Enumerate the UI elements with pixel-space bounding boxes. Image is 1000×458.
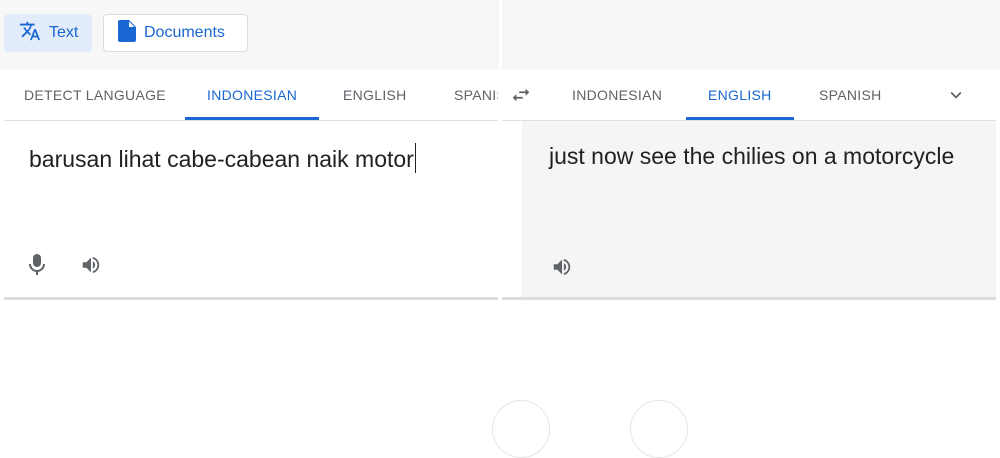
screenshot-divider [499, 0, 502, 416]
source-panel-border [4, 297, 498, 300]
translation-output: just now see the chilies on a motorcycle [549, 143, 955, 169]
documents-mode-label: Documents [144, 24, 225, 41]
tab-target-english[interactable]: ENGLISH [686, 70, 793, 120]
speaker-icon[interactable] [549, 254, 575, 280]
tab-target-indonesian[interactable]: INDONESIAN [572, 70, 662, 120]
document-icon [118, 19, 136, 47]
source-text-value: barusan lihat cabe-cabean naik motor [29, 146, 414, 172]
translate-icon [19, 20, 41, 47]
tab-source-english[interactable]: ENGLISH [343, 70, 407, 120]
saved-circle-button[interactable] [630, 400, 688, 458]
microphone-icon[interactable] [24, 252, 50, 278]
history-circle-button[interactable] [492, 400, 550, 458]
target-panel-border [502, 297, 996, 300]
source-panel: barusan lihat cabe-cabean naik motor [4, 121, 498, 297]
tab-target-spanish[interactable]: SPANISH [819, 70, 882, 120]
text-mode-label: Text [49, 24, 79, 41]
tab-source-spanish[interactable]: SPANIS [454, 70, 498, 120]
target-language-bar: INDONESIAN ENGLISH SPANISH [502, 70, 996, 121]
source-language-bar: DETECT LANGUAGE INDONESIAN ENGLISH SPANI… [4, 70, 498, 121]
documents-mode-button[interactable]: Documents [103, 14, 248, 52]
swap-languages-icon[interactable] [510, 84, 532, 106]
tab-detect-language[interactable]: DETECT LANGUAGE [24, 70, 166, 120]
speaker-icon[interactable] [78, 252, 104, 278]
target-panel: just now see the chilies on a motorcycle [522, 121, 996, 297]
text-caret [414, 143, 417, 173]
text-mode-button[interactable]: Text [4, 14, 92, 52]
tab-source-indonesian[interactable]: INDONESIAN [184, 70, 320, 120]
source-text-input[interactable]: barusan lihat cabe-cabean naik motor [29, 143, 417, 173]
target-panel-gap [502, 121, 522, 297]
chevron-down-icon[interactable] [945, 84, 967, 106]
